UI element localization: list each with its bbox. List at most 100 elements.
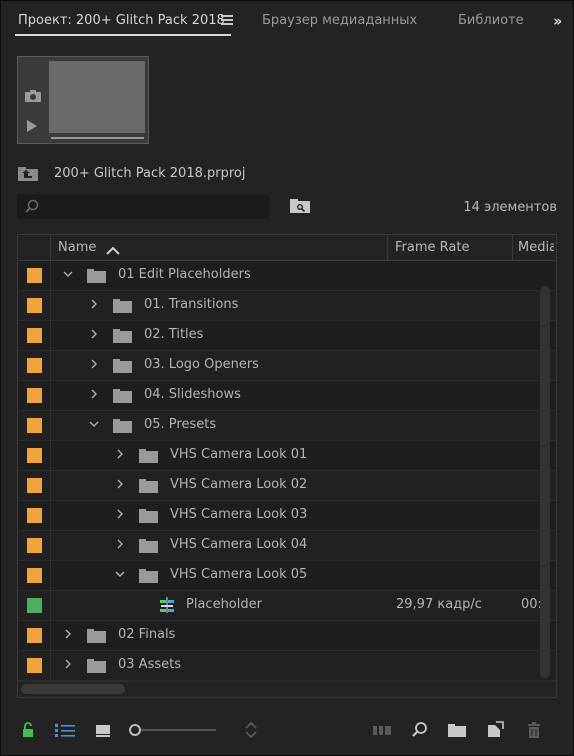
preview-frame: [49, 61, 145, 133]
label-color-swatch[interactable]: [27, 478, 42, 493]
project-bin-icon: [18, 167, 38, 181]
column-header-name[interactable]: Name: [58, 240, 96, 255]
label-color-swatch[interactable]: [27, 448, 42, 463]
column-divider[interactable]: [512, 235, 513, 260]
tab-overflow-chevron-icon[interactable]: ››: [553, 12, 563, 30]
disclosure-collapsed-icon[interactable]: [114, 478, 126, 490]
column-divider[interactable]: [387, 235, 388, 260]
bin-row[interactable]: 04. Slideshows: [18, 381, 556, 411]
label-color-cell[interactable]: [18, 501, 51, 530]
bin-row[interactable]: VHS Camera Look 01: [18, 441, 556, 471]
icon-view-icon[interactable]: [94, 721, 112, 739]
bin-row[interactable]: 02 Finals: [18, 621, 556, 651]
disclosure-collapsed-icon[interactable]: [62, 658, 74, 670]
sort-icons-icon[interactable]: [242, 721, 260, 739]
label-color-swatch[interactable]: [27, 658, 42, 673]
play-icon[interactable]: [27, 120, 37, 132]
new-bin-icon[interactable]: [447, 721, 467, 739]
label-color-cell[interactable]: [18, 561, 51, 590]
bin-row[interactable]: VHS Camera Look 03: [18, 501, 556, 531]
vertical-scrollbar[interactable]: [540, 286, 550, 678]
search-icon: [25, 199, 39, 213]
label-color-swatch[interactable]: [27, 508, 42, 523]
preview-thumbnail: [17, 56, 149, 144]
label-color-cell[interactable]: [18, 531, 51, 560]
search-box[interactable]: [17, 194, 269, 219]
sequence-row[interactable]: Placeholder 29,97 кадр/с 00:: [18, 591, 556, 621]
disclosure-collapsed-icon[interactable]: [88, 328, 100, 340]
panel-menu-icon[interactable]: [221, 15, 233, 25]
zoom-slider-track[interactable]: [132, 729, 216, 731]
horizontal-scrollbar[interactable]: [21, 684, 125, 694]
folder-icon: [139, 539, 158, 553]
label-color-swatch[interactable]: [27, 628, 42, 643]
column-header-frame-rate[interactable]: Frame Rate: [395, 240, 469, 255]
column-divider[interactable]: [50, 235, 51, 260]
bin-row[interactable]: 01. Transitions: [18, 291, 556, 321]
disclosure-collapsed-icon[interactable]: [114, 508, 126, 520]
item-name: 04. Slideshows: [144, 387, 241, 402]
bin-row[interactable]: 03. Logo Openers: [18, 351, 556, 381]
label-color-swatch[interactable]: [27, 538, 42, 553]
lock-icon[interactable]: [19, 721, 37, 739]
folder-icon: [113, 389, 132, 403]
folder-icon: [139, 479, 158, 493]
sort-ascending-icon[interactable]: [106, 246, 120, 255]
label-color-cell[interactable]: [18, 411, 51, 440]
new-search-bin-icon[interactable]: [289, 198, 311, 214]
poster-frame-camera-icon[interactable]: [25, 90, 41, 102]
label-color-cell[interactable]: [18, 651, 51, 680]
label-color-swatch[interactable]: [27, 358, 42, 373]
column-header-media[interactable]: Media: [518, 240, 554, 255]
label-color-swatch[interactable]: [27, 298, 42, 313]
label-color-swatch[interactable]: [27, 598, 42, 613]
project-panel: Проект: 200+ Glitch Pack 2018 Браузер ме…: [0, 0, 574, 756]
bin-row[interactable]: 05. Presets: [18, 411, 556, 441]
clear-trash-icon[interactable]: [525, 721, 543, 739]
folder-icon: [113, 299, 132, 313]
bin-row[interactable]: 03 Assets: [18, 651, 556, 681]
item-name: VHS Camera Look 04: [170, 537, 308, 552]
automate-to-sequence-icon[interactable]: [372, 721, 392, 739]
disclosure-collapsed-icon[interactable]: [88, 358, 100, 370]
disclosure-expanded-icon[interactable]: [62, 268, 74, 280]
disclosure-collapsed-icon[interactable]: [62, 628, 74, 640]
bin-row[interactable]: VHS Camera Look 05: [18, 561, 556, 591]
bin-row[interactable]: VHS Camera Look 04: [18, 531, 556, 561]
item-name: Placeholder: [186, 597, 262, 612]
tab-project[interactable]: Проект: 200+ Glitch Pack 2018: [18, 13, 225, 28]
disclosure-collapsed-icon[interactable]: [88, 388, 100, 400]
disclosure-collapsed-icon[interactable]: [114, 538, 126, 550]
label-color-swatch[interactable]: [27, 568, 42, 583]
preview-scrub-bar[interactable]: [51, 137, 144, 139]
label-color-cell[interactable]: [18, 261, 51, 290]
tab-media-browser[interactable]: Браузер медиаданных: [262, 13, 417, 28]
label-color-cell[interactable]: [18, 441, 51, 470]
zoom-slider-thumb[interactable]: [129, 724, 141, 736]
label-color-cell[interactable]: [18, 621, 51, 650]
list-view-icon[interactable]: [54, 721, 76, 739]
item-frame-rate: 29,97 кадр/с: [396, 597, 482, 612]
label-color-cell[interactable]: [18, 321, 51, 350]
tab-libraries[interactable]: Библиотеки: [458, 13, 523, 28]
bin-row[interactable]: 01 Edit Placeholders: [18, 261, 556, 291]
label-color-swatch[interactable]: [27, 418, 42, 433]
label-color-swatch[interactable]: [27, 328, 42, 343]
label-color-cell[interactable]: [18, 291, 51, 320]
label-color-swatch[interactable]: [27, 388, 42, 403]
disclosure-collapsed-icon[interactable]: [88, 298, 100, 310]
project-items-table: Name Frame Rate Media 01 Edit Placeholde…: [17, 234, 557, 698]
label-color-cell[interactable]: [18, 351, 51, 380]
disclosure-collapsed-icon[interactable]: [114, 448, 126, 460]
label-color-cell[interactable]: [18, 381, 51, 410]
new-item-icon[interactable]: [486, 721, 504, 739]
label-color-swatch[interactable]: [27, 268, 42, 283]
find-icon[interactable]: [411, 721, 429, 739]
search-input[interactable]: [45, 197, 264, 217]
bin-row[interactable]: 02. Titles: [18, 321, 556, 351]
label-color-cell[interactable]: [18, 591, 51, 620]
label-color-cell[interactable]: [18, 471, 51, 500]
bin-row[interactable]: VHS Camera Look 02: [18, 471, 556, 501]
disclosure-expanded-icon[interactable]: [114, 568, 126, 580]
disclosure-expanded-icon[interactable]: [88, 418, 100, 430]
